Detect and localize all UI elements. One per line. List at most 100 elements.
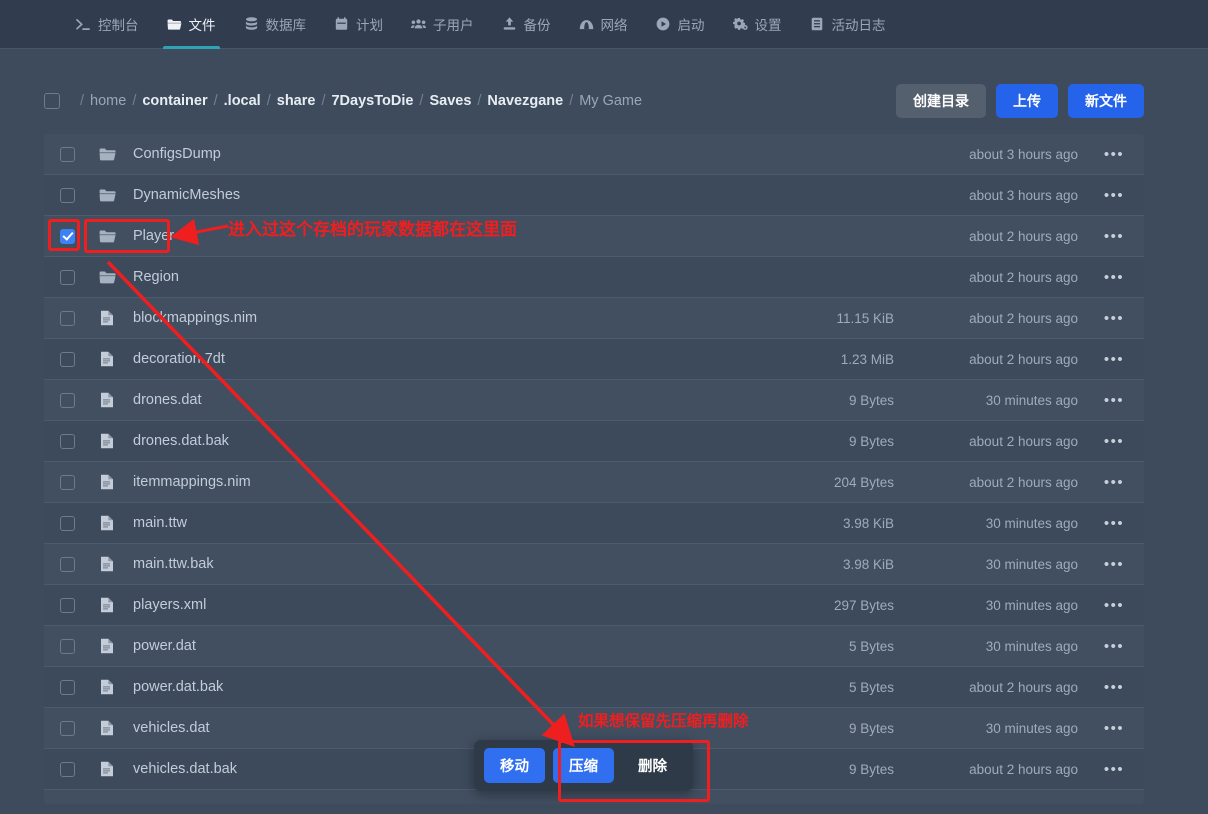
create-directory-button[interactable]: 创建目录 xyxy=(896,83,986,118)
ellipsis-icon: ••• xyxy=(1103,432,1125,450)
breadcrumb-segment-5[interactable]: 7DaysToDie xyxy=(331,93,413,109)
table-row[interactable]: Player about 2 hours ago ••• xyxy=(44,216,1144,257)
row-checkbox[interactable] xyxy=(60,310,75,326)
file-name-link[interactable]: DynamicMeshes xyxy=(123,187,664,203)
nav-tab-3[interactable]: 数据库 xyxy=(230,0,321,49)
new-file-button[interactable]: 新文件 xyxy=(1068,83,1144,118)
file-name-link[interactable]: main.ttw.bak xyxy=(123,556,664,572)
row-more-menu-button[interactable]: ••• xyxy=(1084,147,1144,162)
nav-tab-label: 子用户 xyxy=(433,18,474,33)
breadcrumb-segment-4[interactable]: share xyxy=(277,93,316,109)
file-name-link[interactable]: Player xyxy=(123,228,664,244)
row-checkbox[interactable] xyxy=(60,515,75,531)
nav-tab-9[interactable]: 设置 xyxy=(719,0,796,49)
upload-button[interactable]: 上传 xyxy=(996,83,1058,118)
row-more-menu-button[interactable]: ••• xyxy=(1084,516,1144,531)
row-more-menu-button[interactable]: ••• xyxy=(1084,352,1144,367)
table-row[interactable]: drones.dat.bak 9 Bytes about 2 hours ago ••… xyxy=(44,421,1144,462)
row-more-menu-button[interactable]: ••• xyxy=(1084,639,1144,654)
row-checkbox[interactable] xyxy=(60,228,75,244)
row-more-menu-button[interactable]: ••• xyxy=(1084,557,1144,572)
row-checkbox[interactable] xyxy=(60,761,75,777)
table-row[interactable]: power.dat 5 Bytes 30 minutes ago ••• xyxy=(44,626,1144,667)
file-size: 297 Bytes xyxy=(833,597,894,613)
file-name-link[interactable]: itemmappings.nim xyxy=(123,474,664,490)
nav-tab-10[interactable]: 活动日志 xyxy=(796,0,900,49)
users-icon xyxy=(411,17,426,32)
table-row[interactable]: main.ttw 3.98 KiB 30 minutes ago ••• xyxy=(44,503,1144,544)
row-more-menu-button[interactable]: ••• xyxy=(1084,475,1144,490)
row-checkbox[interactable] xyxy=(60,269,75,285)
file-size: 204 Bytes xyxy=(833,474,894,490)
move-button[interactable]: 移动 xyxy=(484,748,545,783)
nav-tab-6[interactable]: 备份 xyxy=(488,0,565,49)
table-row[interactable]: players.xml 297 Bytes 30 minutes ago ••• xyxy=(44,585,1144,626)
row-checkbox[interactable] xyxy=(60,433,75,449)
file-name-link[interactable]: drones.dat.bak xyxy=(123,433,664,449)
row-checkbox-cell xyxy=(44,720,91,736)
file-icon xyxy=(91,761,123,777)
row-checkbox[interactable] xyxy=(60,720,75,736)
table-row[interactable]: blockmappings.nim 11.15 KiB about 2 hours … xyxy=(44,298,1144,339)
file-name-link[interactable]: decoration.7dt xyxy=(123,351,664,367)
table-row[interactable]: decoration.7dt 1.23 MiB about 2 hours ago •… xyxy=(44,339,1144,380)
table-row[interactable]: Region about 2 hours ago ••• xyxy=(44,257,1144,298)
row-more-menu-button[interactable]: ••• xyxy=(1084,229,1144,244)
table-row[interactable]: main.ttw.bak 3.98 KiB 30 minutes ago ••• xyxy=(44,544,1144,585)
row-checkbox[interactable] xyxy=(60,679,75,695)
row-checkbox[interactable] xyxy=(60,392,75,408)
file-name-link[interactable]: ConfigsDump xyxy=(123,146,664,162)
select-all-checkbox[interactable] xyxy=(44,92,60,109)
row-checkbox[interactable] xyxy=(60,187,75,203)
row-more-menu-button[interactable]: ••• xyxy=(1084,434,1144,449)
ellipsis-icon: ••• xyxy=(1103,227,1125,245)
file-name-link[interactable]: Region xyxy=(123,269,664,285)
file-name-link[interactable]: main.ttw xyxy=(123,515,664,531)
row-more-menu-button[interactable]: ••• xyxy=(1084,680,1144,695)
nav-tab-4[interactable]: 计划 xyxy=(320,0,397,49)
breadcrumb-segment-6[interactable]: Saves xyxy=(429,93,471,109)
row-more-menu-button[interactable]: ••• xyxy=(1084,598,1144,613)
row-more-menu-button[interactable]: ••• xyxy=(1084,188,1144,203)
nav-tab-2[interactable]: 文件 xyxy=(153,0,230,49)
file-name-link[interactable]: vehicles.dat xyxy=(123,720,664,736)
row-more-menu-button[interactable]: ••• xyxy=(1084,762,1144,777)
delete-button[interactable]: 删除 xyxy=(622,748,683,783)
file-name-link[interactable]: power.dat.bak xyxy=(123,679,664,695)
row-more-menu-button[interactable]: ••• xyxy=(1084,311,1144,326)
row-checkbox[interactable] xyxy=(60,351,75,367)
file-name-link[interactable]: drones.dat xyxy=(123,392,664,408)
file-name-link[interactable]: players.xml xyxy=(123,597,664,613)
table-row[interactable]: itemmappings.nim 204 Bytes about 2 hours a… xyxy=(44,462,1144,503)
nav-tab-5[interactable]: 子用户 xyxy=(397,0,488,49)
nav-tab-7[interactable]: 网络 xyxy=(565,0,642,49)
row-checkbox[interactable] xyxy=(60,638,75,654)
archive-button[interactable]: 压缩 xyxy=(553,748,614,783)
breadcrumb-segment-2[interactable]: container xyxy=(142,93,207,109)
breadcrumb-segment-7[interactable]: Navezgane xyxy=(487,93,563,109)
file-icon xyxy=(91,310,123,326)
nav-tab-8[interactable]: 启动 xyxy=(642,0,719,49)
row-checkbox[interactable] xyxy=(60,474,75,490)
breadcrumb-segment-3[interactable]: .local xyxy=(224,93,261,109)
breadcrumb-segment-1[interactable]: home xyxy=(90,93,126,109)
row-checkbox[interactable] xyxy=(60,146,75,162)
file-name-link[interactable]: blockmappings.nim xyxy=(123,310,664,326)
main-navbar: 控制台 文件 数据库 计划 子用户 备份 网络 启动 设置 活动日志 xyxy=(0,0,1208,49)
file-modified-time: 30 minutes ago xyxy=(985,556,1078,572)
nav-tab-label: 备份 xyxy=(523,18,551,33)
file-name-link[interactable]: power.dat xyxy=(123,638,664,654)
breadcrumb-separator: / xyxy=(132,92,137,109)
row-checkbox-cell xyxy=(44,474,91,490)
table-row[interactable]: drones.dat 9 Bytes 30 minutes ago ••• xyxy=(44,380,1144,421)
nav-tab-1[interactable]: 控制台 xyxy=(62,0,153,49)
table-row[interactable]: ConfigsDump about 3 hours ago ••• xyxy=(44,134,1144,175)
table-row[interactable]: DynamicMeshes about 3 hours ago ••• xyxy=(44,175,1144,216)
row-more-menu-button[interactable]: ••• xyxy=(1084,270,1144,285)
table-row[interactable]: power.dat.bak 5 Bytes about 2 hours ago ••• xyxy=(44,667,1144,708)
row-more-menu-button[interactable]: ••• xyxy=(1084,721,1144,736)
file-modified-time: about 2 hours ago xyxy=(969,761,1078,777)
row-more-menu-button[interactable]: ••• xyxy=(1084,393,1144,408)
row-checkbox[interactable] xyxy=(60,597,75,613)
row-checkbox[interactable] xyxy=(60,556,75,572)
